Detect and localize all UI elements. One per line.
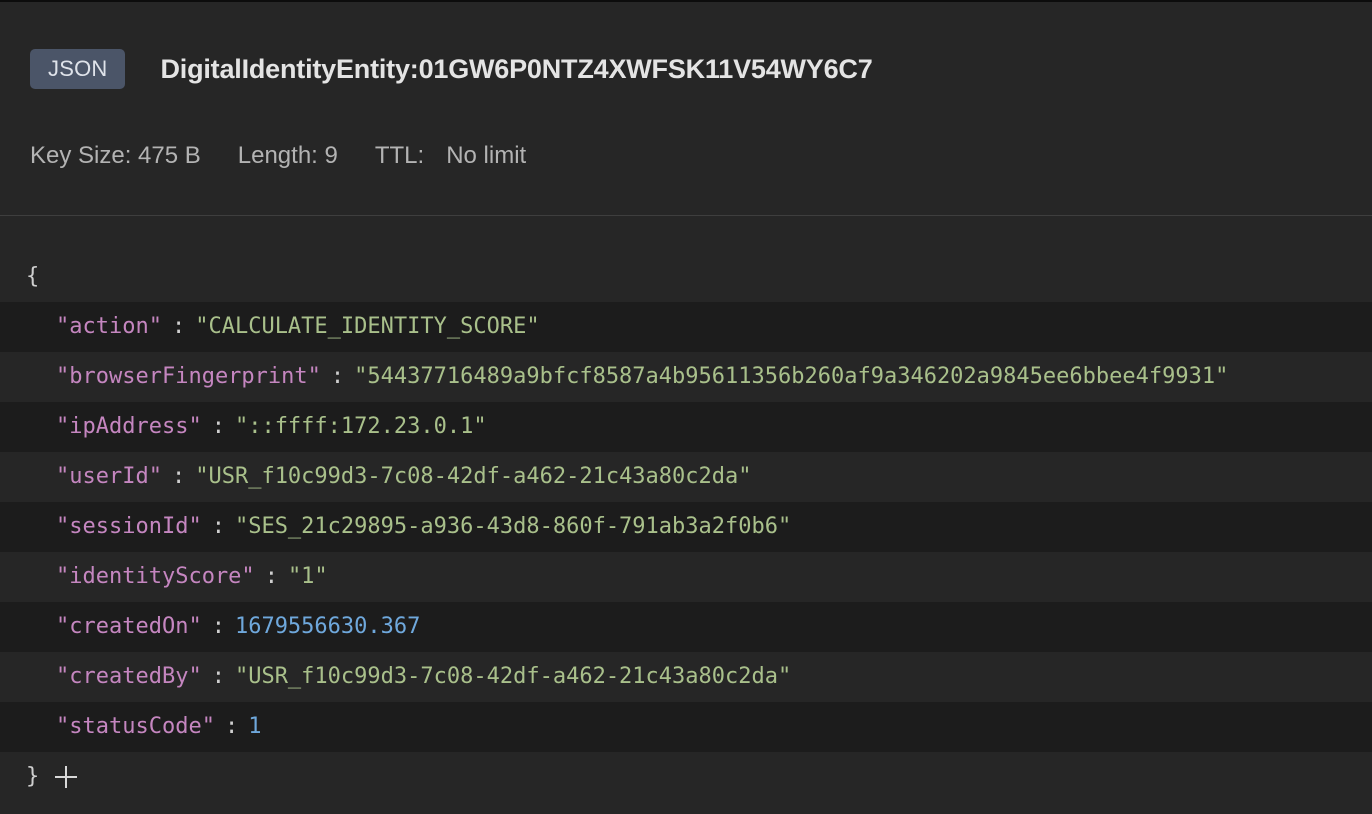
json-field-value[interactable]: "USR_f10c99d3-7c08-42df-a462-21c43a80c2d… bbox=[195, 464, 751, 489]
key-name[interactable]: DigitalIdentityEntity:01GW6P0NTZ4XWFSK11… bbox=[160, 54, 872, 85]
json-field-value[interactable]: "USR_f10c99d3-7c08-42df-a462-21c43a80c2d… bbox=[235, 664, 791, 689]
key-size: Key Size: 475 B bbox=[30, 142, 201, 169]
json-field-row[interactable]: "userId": "USR_f10c99d3-7c08-42df-a462-21… bbox=[0, 452, 1372, 502]
json-field-row[interactable]: "browserFingerprint": "54437716489a9bfcf8… bbox=[0, 352, 1372, 402]
title-row: JSON DigitalIdentityEntity:01GW6P0NTZ4XW… bbox=[30, 49, 873, 89]
json-colon: : bbox=[211, 414, 225, 439]
json-editor: { "action": "CALCULATE_IDENTITY_SCORE" "br… bbox=[0, 252, 1372, 802]
json-field-row[interactable]: "statusCode":1 bbox=[0, 702, 1372, 752]
json-field-key: "userId" bbox=[56, 464, 162, 489]
close-brace-line: } bbox=[0, 752, 1372, 802]
json-colon: : bbox=[171, 464, 186, 489]
json-colon: : bbox=[224, 714, 239, 739]
json-colon: : bbox=[264, 564, 278, 589]
open-brace: { bbox=[26, 264, 40, 289]
json-field-row[interactable]: "createdBy": "USR_f10c99d3-7c08-42df-a462… bbox=[0, 652, 1372, 702]
json-field-row[interactable]: "sessionId": "SES_21c29895-a936-43d8-860f… bbox=[0, 502, 1372, 552]
json-field-key: "action" bbox=[56, 314, 162, 339]
json-key-viewer: JSON DigitalIdentityEntity:01GW6P0NTZ4XW… bbox=[0, 0, 1372, 814]
json-colon: : bbox=[330, 364, 345, 389]
key-header: JSON DigitalIdentityEntity:01GW6P0NTZ4XW… bbox=[0, 2, 1372, 216]
json-field-key: "browserFingerprint" bbox=[56, 364, 321, 389]
json-field-key: "createdBy" bbox=[56, 664, 202, 689]
json-colon: : bbox=[211, 614, 225, 639]
json-field-key: "ipAddress" bbox=[56, 414, 202, 439]
key-ttl[interactable]: TTL: No limit bbox=[375, 142, 526, 170]
close-brace: } bbox=[26, 764, 40, 789]
ttl-label: TTL: bbox=[374, 142, 425, 169]
key-length: Length: 9 bbox=[237, 142, 338, 169]
json-field-value[interactable]: 1679556630.367 bbox=[235, 614, 420, 639]
json-field-row[interactable]: "action": "CALCULATE_IDENTITY_SCORE" bbox=[0, 302, 1372, 352]
json-field-key: "statusCode" bbox=[56, 714, 215, 739]
json-field-value[interactable]: "1" bbox=[288, 564, 328, 589]
json-field-key: "identityScore" bbox=[56, 564, 255, 589]
json-field-value[interactable]: "::ffff:172.23.0.1" bbox=[235, 414, 487, 439]
json-field-key: "createdOn" bbox=[56, 614, 202, 639]
json-rows: "action": "CALCULATE_IDENTITY_SCORE" "brow… bbox=[0, 302, 1372, 752]
json-field-row[interactable]: "createdOn":1679556630.367 bbox=[0, 602, 1372, 652]
ttl-value: No limit bbox=[446, 142, 527, 169]
json-colon: : bbox=[211, 514, 225, 539]
json-field-value[interactable]: 1 bbox=[248, 714, 261, 739]
json-colon: : bbox=[211, 664, 225, 689]
json-field-key: "sessionId" bbox=[56, 514, 202, 539]
type-badge: JSON bbox=[30, 49, 126, 89]
json-field-value[interactable]: "54437716489a9bfcf8587a4b95611356b260af9… bbox=[354, 364, 1228, 389]
json-field-row[interactable]: "identityScore": "1" bbox=[0, 552, 1372, 602]
json-field-row[interactable]: "ipAddress": "::ffff:172.23.0.1" bbox=[0, 402, 1372, 452]
json-field-value[interactable]: "SES_21c29895-a936-43d8-860f-791ab3a2f0b… bbox=[235, 514, 791, 539]
key-meta: Key Size: 475 B Length: 9 TTL: No limit bbox=[30, 142, 563, 170]
plus-icon[interactable] bbox=[55, 766, 78, 788]
json-field-value[interactable]: "CALCULATE_IDENTITY_SCORE" bbox=[195, 314, 539, 339]
json-colon: : bbox=[171, 314, 186, 339]
